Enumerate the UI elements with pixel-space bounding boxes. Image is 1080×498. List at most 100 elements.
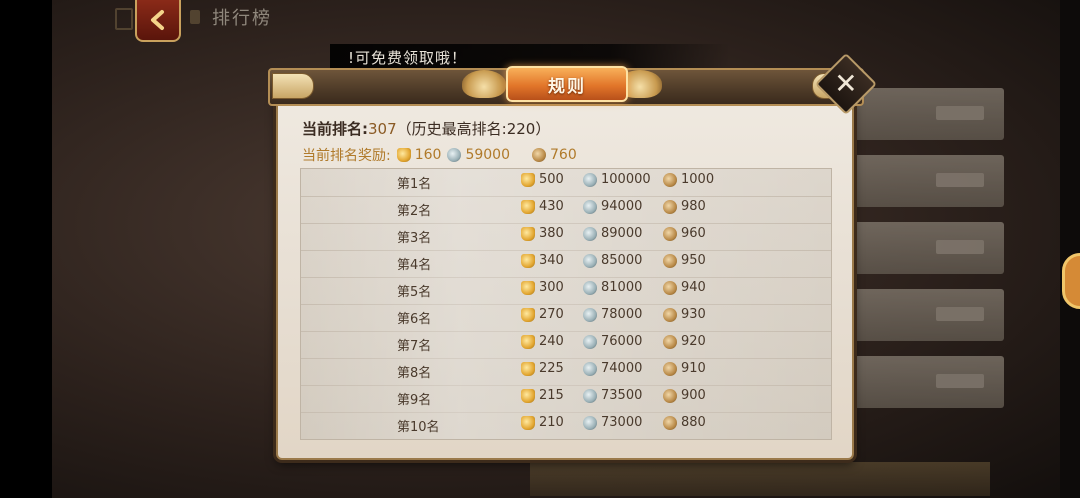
- reward-gold-value: 300: [539, 280, 564, 295]
- reward-silver: 85000: [583, 253, 642, 268]
- header-cloud-ornament-left: [462, 70, 506, 98]
- current-rank-value: 307: [368, 120, 397, 138]
- current-reward-silver: 59000: [447, 147, 510, 163]
- chevron-left-icon: [151, 10, 164, 30]
- gold-ingot-icon: [521, 199, 535, 214]
- table-row: 第8名 225 74000 910: [301, 358, 831, 386]
- silver-coin-icon: [583, 280, 597, 295]
- reward-copper-value: 930: [681, 307, 706, 322]
- copper-coin-icon: [663, 172, 677, 187]
- reward-gold-value: 215: [539, 388, 564, 403]
- current-reward-silver-value: 59000: [465, 147, 510, 163]
- copper-coin-icon: [663, 280, 677, 295]
- reward-gold: 215: [521, 388, 564, 403]
- silver-coin-icon: [583, 388, 597, 403]
- notice-banner-text: !可免费领取哦！: [348, 49, 468, 67]
- reward-silver-value: 89000: [601, 226, 643, 241]
- reward-gold: 270: [521, 307, 564, 322]
- current-rank-label: 当前排名:: [302, 120, 368, 138]
- reward-silver: 76000: [583, 334, 642, 349]
- reward-gold: 240: [521, 334, 564, 349]
- copper-coin-icon: [663, 199, 677, 214]
- background-list-item: [848, 356, 1004, 408]
- reward-copper: 880: [663, 415, 706, 430]
- reward-copper: 1000: [663, 172, 714, 187]
- reward-copper: 920: [663, 334, 706, 349]
- reward-copper-value: 950: [681, 253, 706, 268]
- reward-silver-value: 85000: [601, 253, 643, 268]
- reward-gold: 210: [521, 415, 564, 430]
- menu-icon[interactable]: [115, 8, 133, 30]
- silver-coin-icon: [447, 148, 462, 162]
- silver-coin-icon: [583, 334, 597, 349]
- table-row: 第3名 380 89000 960: [301, 223, 831, 251]
- reward-copper-value: 880: [681, 415, 706, 430]
- copper-coin-icon: [663, 307, 677, 322]
- copper-coin-icon: [663, 226, 677, 241]
- reward-silver: 74000: [583, 361, 642, 376]
- reward-silver-value: 73000: [601, 415, 643, 430]
- reward-gold-value: 240: [539, 334, 564, 349]
- reward-gold: 430: [521, 199, 564, 214]
- rank-label: 第2名: [397, 204, 432, 219]
- rank-label: 第9名: [397, 393, 432, 408]
- reward-copper-value: 920: [681, 334, 706, 349]
- rank-label: 第7名: [397, 339, 432, 354]
- reward-gold: 340: [521, 253, 564, 268]
- gold-ingot-icon: [396, 148, 411, 162]
- reward-gold-value: 380: [539, 226, 564, 241]
- copper-coin-icon: [532, 148, 546, 162]
- rank-label: 第5名: [397, 285, 432, 300]
- reward-copper-value: 900: [681, 388, 706, 403]
- silver-coin-icon: [583, 415, 597, 430]
- reward-gold-value: 270: [539, 307, 564, 322]
- reward-silver: 73500: [583, 388, 642, 403]
- side-tab-button[interactable]: [1062, 253, 1080, 309]
- background-list-item: [848, 88, 1004, 140]
- rank-label: 第6名: [397, 312, 432, 327]
- reward-gold-value: 225: [539, 361, 564, 376]
- background-bottom-panel: [530, 462, 990, 496]
- reward-silver-value: 100000: [601, 172, 651, 187]
- copper-coin-icon: [663, 253, 677, 268]
- reward-silver: 73000: [583, 415, 642, 430]
- copper-coin-icon: [663, 388, 677, 403]
- background-list-item: [848, 222, 1004, 274]
- reward-copper: 900: [663, 388, 706, 403]
- rank-label: 第3名: [397, 231, 432, 246]
- reward-silver-value: 74000: [601, 361, 643, 376]
- silver-coin-icon: [583, 253, 597, 268]
- reward-gold-value: 500: [539, 172, 564, 187]
- background-list-item: [848, 155, 1004, 207]
- reward-copper-value: 940: [681, 280, 706, 295]
- reward-silver: 81000: [583, 280, 642, 295]
- page-title: 排行榜: [212, 8, 272, 29]
- copper-coin-icon: [663, 361, 677, 376]
- reward-gold: 500: [521, 172, 564, 187]
- reward-gold-value: 210: [539, 415, 564, 430]
- modal-title: 规则: [548, 76, 586, 97]
- silver-coin-icon: [583, 199, 597, 214]
- reward-silver-value: 78000: [601, 307, 643, 322]
- silver-coin-icon: [583, 307, 597, 322]
- reward-gold: 300: [521, 280, 564, 295]
- reward-silver-value: 73500: [601, 388, 643, 403]
- current-reward-copper-value: 760: [550, 147, 577, 163]
- gold-ingot-icon: [521, 172, 535, 187]
- table-row: 第6名 270 78000 930: [301, 304, 831, 332]
- reward-copper-value: 960: [681, 226, 706, 241]
- left-letterbox: [0, 0, 52, 498]
- reward-silver-value: 76000: [601, 334, 643, 349]
- reward-copper: 960: [663, 226, 706, 241]
- reward-silver: 89000: [583, 226, 642, 241]
- reward-copper-value: 1000: [681, 172, 715, 187]
- reward-copper: 980: [663, 199, 706, 214]
- gold-ingot-icon: [521, 280, 535, 295]
- back-button[interactable]: [135, 0, 181, 42]
- current-rank-line: 当前排名:307（历史最高排名:220）: [302, 118, 550, 139]
- silver-coin-icon: [583, 172, 597, 187]
- reward-copper: 950: [663, 253, 706, 268]
- gold-ingot-icon: [521, 226, 535, 241]
- table-row: 第5名 300 81000 940: [301, 277, 831, 305]
- gold-ingot-icon: [521, 253, 535, 268]
